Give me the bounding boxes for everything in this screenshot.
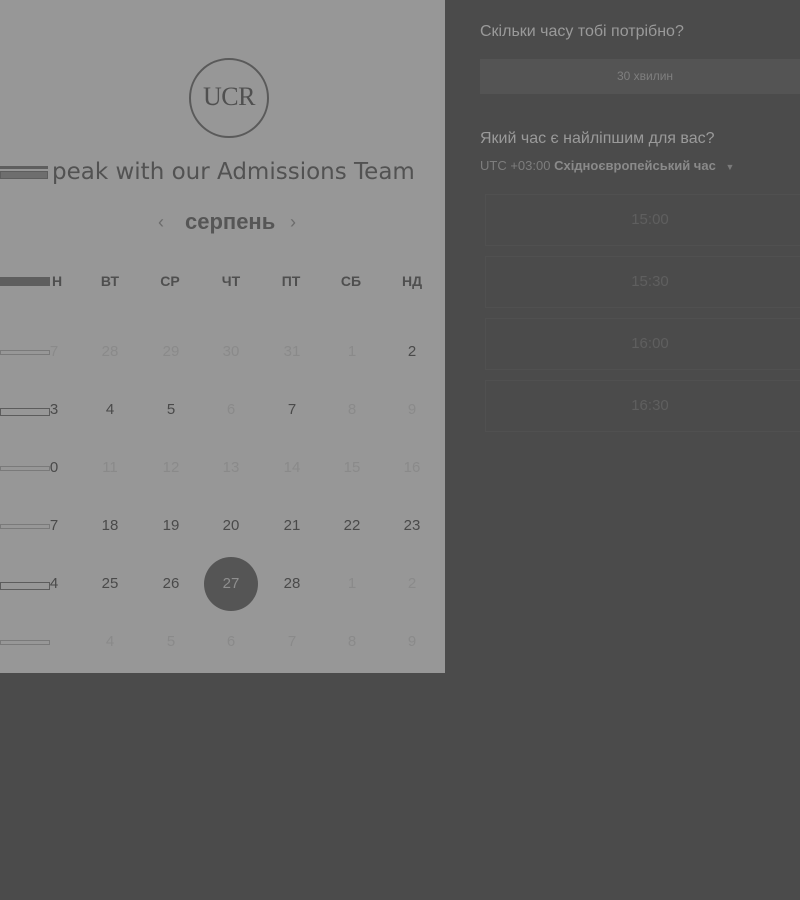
caret-down-icon: ▼ (725, 162, 735, 172)
calendar-day[interactable]: 25 (88, 562, 132, 606)
time-slot-button[interactable]: 15:00 (485, 194, 800, 246)
time-slot-button[interactable]: 16:30 (485, 380, 800, 432)
weekday-label: ЧТ (221, 273, 241, 289)
duration-question: Скільки часу тобі потрібно? (480, 23, 684, 40)
calendar-day: 13 (222, 459, 240, 476)
heading-cutoff-bar (0, 171, 48, 179)
timezone-name: Східноєвропейський час (554, 158, 716, 173)
logo-text: UCR (203, 82, 255, 111)
calendar-day: 7 (287, 633, 297, 650)
calendar-day: 29 (162, 343, 180, 360)
calendar-day: 6 (226, 401, 236, 418)
calendar-day: 9 (407, 401, 417, 418)
calendar-day: 15 (343, 459, 361, 476)
calendar-day: 28 (101, 343, 119, 360)
chevron-right-icon[interactable]: › (290, 212, 296, 233)
time-slot-button[interactable]: 15:30 (485, 256, 800, 308)
calendar-day[interactable]: 23 (390, 504, 434, 548)
weekday-label: ПТ (281, 273, 301, 289)
calendar-day: 9 (407, 633, 417, 650)
calendar-day[interactable]: 4 (32, 562, 76, 606)
weekday-label: НД (401, 273, 423, 289)
chevron-left-icon[interactable]: ‹ (158, 212, 164, 233)
weekday-label: ВТ (100, 273, 120, 289)
calendar-day[interactable]: 28 (270, 562, 314, 606)
calendar-day: 16 (403, 459, 421, 476)
calendar-day: 6 (226, 633, 236, 650)
time-question: Який час є найліпшим для вас? (480, 130, 715, 147)
calendar-day[interactable]: 26 (149, 562, 193, 606)
calendar-day[interactable]: 5 (149, 388, 193, 432)
calendar-day[interactable]: 4 (88, 388, 132, 432)
weekday-label: СР (160, 273, 180, 289)
booking-panel: Скільки часу тобі потрібно? 30 хвилин Як… (445, 0, 800, 673)
calendar-day: 1 (347, 343, 357, 360)
calendar-day (32, 620, 76, 664)
calendar-day[interactable]: 0 (32, 446, 76, 490)
weekday-label: Н (51, 273, 63, 289)
month-label: серпень (185, 209, 276, 234)
timezone-selector[interactable]: UTC +03:00 Східноєвропейський час ▼ (480, 158, 734, 173)
calendar-day: 4 (105, 633, 115, 650)
heading-cutoff-bar (0, 166, 48, 169)
calendar-heading: peak with our Admissions Team (0, 158, 445, 194)
calendar-day: 8 (347, 401, 357, 418)
calendar-day[interactable]: 22 (330, 504, 374, 548)
weekday-label: СБ (340, 273, 362, 289)
calendar-day[interactable]: 18 (88, 504, 132, 548)
timezone-offset: UTC +03:00 (480, 158, 551, 173)
calendar-day[interactable]: 20 (209, 504, 253, 548)
calendar-day[interactable]: 7 (32, 504, 76, 548)
calendar-day[interactable]: 3 (32, 388, 76, 432)
calendar-day: 14 (283, 459, 301, 476)
calendar-panel: UCR peak with our Admissions Team ‹ серп… (0, 0, 445, 673)
weekday-header: Н ВТ СР ЧТ ПТ СБ НД (0, 273, 445, 293)
time-slot-button[interactable]: 16:00 (485, 318, 800, 370)
calendar-day: 7 (49, 343, 59, 360)
calendar-day: 5 (166, 633, 176, 650)
calendar-day: 2 (407, 575, 417, 592)
calendar-day[interactable]: 21 (270, 504, 314, 548)
month-navigation: ‹ серпень › (150, 207, 310, 239)
calendar-day: 30 (222, 343, 240, 360)
calendar-day[interactable]: 19 (149, 504, 193, 548)
calendar-day: 12 (162, 459, 180, 476)
calendar-day: 31 (283, 343, 301, 360)
calendar-day: 11 (102, 459, 118, 476)
heading-text: peak with our Admissions Team (52, 159, 415, 185)
calendar-day-selected[interactable]: 27 (204, 557, 258, 611)
calendar-day[interactable]: 7 (270, 388, 314, 432)
calendar-day[interactable]: 2 (390, 330, 434, 374)
ucr-logo: UCR (189, 58, 269, 138)
calendar-day: 1 (347, 575, 357, 592)
calendar-day: 8 (347, 633, 357, 650)
duration-select[interactable]: 30 хвилин (480, 59, 800, 94)
